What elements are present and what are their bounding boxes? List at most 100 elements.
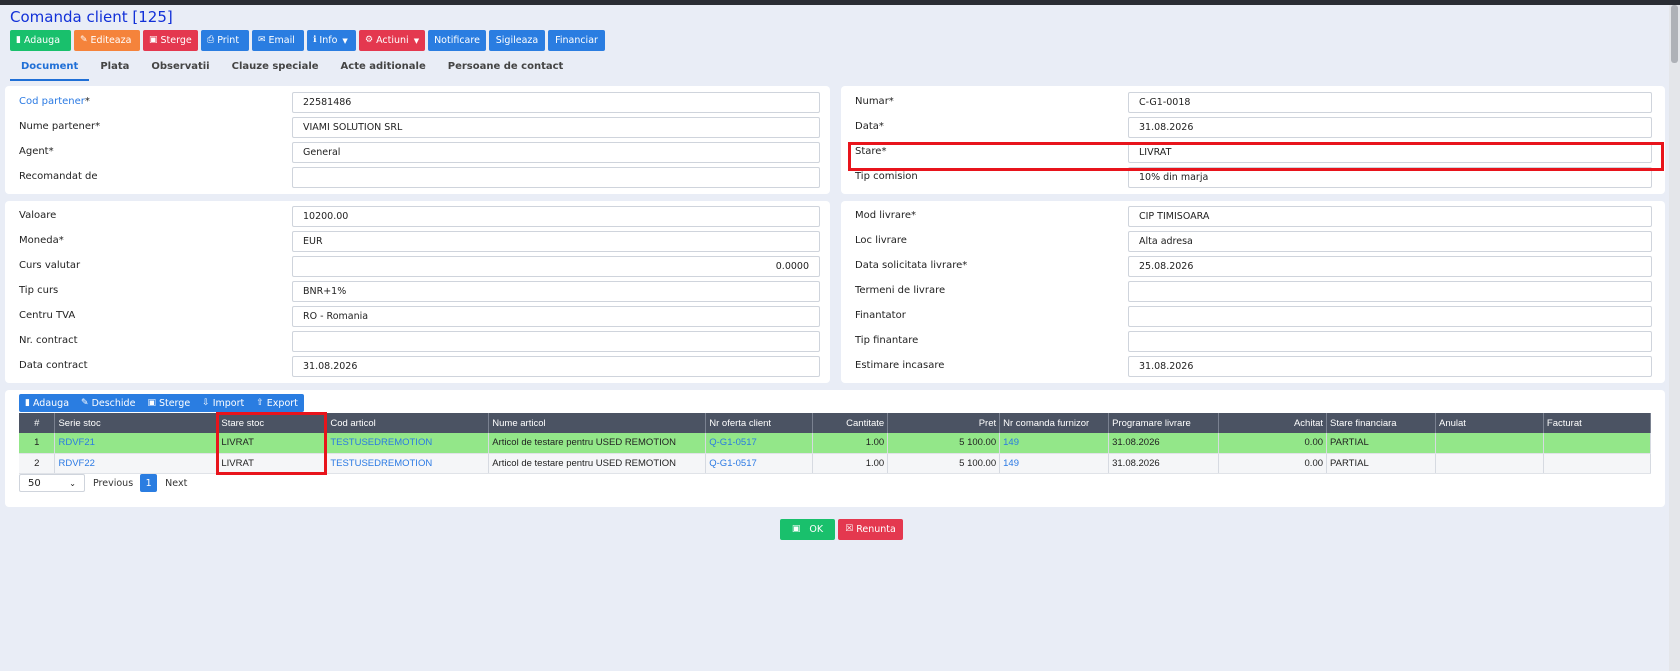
info-icon: ℹ (313, 35, 317, 45)
currency-field[interactable]: EUR (292, 231, 820, 252)
exchange-rate-field[interactable]: 0.0000 (292, 256, 820, 277)
next-page-link[interactable]: Next (165, 478, 187, 489)
column-header[interactable]: Pret (887, 413, 1001, 433)
column-header[interactable]: Programare livrare (1108, 413, 1220, 433)
delivery-schedule-cell: 31.08.2026 (1108, 433, 1220, 454)
row-index-cell: 1 (19, 433, 56, 454)
grid-open-button[interactable]: ✎ Deschide (75, 394, 141, 412)
agent-label: Agent* (19, 146, 54, 157)
column-header[interactable]: Cod articol (326, 413, 490, 433)
page-size-select[interactable]: 50 ⌄ (19, 474, 85, 492)
contract-number-field[interactable] (292, 331, 820, 352)
column-header[interactable]: # (19, 413, 56, 433)
column-header[interactable]: Nr comanda furnizor (999, 413, 1110, 433)
column-header[interactable]: Nume articol (488, 413, 707, 433)
grid-add-button[interactable]: ▮ Adauga (19, 394, 75, 412)
financing-type-field[interactable] (1128, 331, 1652, 352)
delivery-place-field[interactable]: Alta adresa (1128, 231, 1652, 252)
supplier-order-link[interactable]: 149 (999, 453, 1110, 474)
column-header[interactable]: Cantitate (812, 413, 889, 433)
field-row: Numar* C-G1-0018 (841, 92, 1665, 113)
grid-import-button[interactable]: ⇩ Import (196, 394, 250, 412)
column-header[interactable]: Achitat (1218, 413, 1328, 433)
value-field[interactable]: 10200.00 (292, 206, 820, 227)
cancel-button[interactable]: ☒ Renunta (838, 519, 903, 540)
page-size-value: 50 (28, 477, 41, 489)
notify-button-label: Notificare (434, 35, 480, 46)
column-header[interactable]: Anulat (1435, 413, 1544, 433)
partner-code-label[interactable]: Cod partener* (19, 96, 90, 107)
page-scrollbar[interactable] (1669, 5, 1680, 671)
field-row: Cod partener* 22581486 (5, 92, 830, 113)
field-row: Nr. contract (5, 331, 830, 352)
agent-field[interactable]: General (292, 142, 820, 163)
delivery-place-label: Loc livrare (855, 235, 907, 246)
column-header[interactable]: Serie stoc (54, 413, 219, 433)
article-name-cell: Articol de testare pentru USED REMOTION (488, 453, 707, 474)
stock-series-link[interactable]: RDVF21 (54, 433, 219, 454)
grid-toolbar: ▮ Adauga ✎ Deschide ▣ Sterge ⇩ Import ⇧ Expor… (19, 394, 304, 412)
delivery-terms-field[interactable] (1128, 281, 1652, 302)
info-dropdown-button[interactable]: ℹ Info ▼ (307, 30, 356, 51)
column-header[interactable]: Nr oferta client (705, 413, 814, 433)
client-offer-link[interactable]: Q-G1-0517 (705, 433, 814, 454)
article-code-link[interactable]: TESTUSEDREMOTION (326, 433, 490, 454)
current-page-button[interactable]: 1 (140, 474, 158, 492)
column-header[interactable]: Facturat (1543, 413, 1652, 433)
seal-button[interactable]: Sigileaza (489, 30, 545, 51)
grid-add-label: Adauga (32, 397, 70, 409)
grid-import-label: Import (212, 397, 245, 409)
tab-observatii[interactable]: Observatii (140, 57, 220, 81)
actions-button-label: Actiuni (376, 35, 409, 46)
delete-button[interactable]: ▣ Sterge (143, 30, 198, 51)
ok-button[interactable]: ▣ OK (780, 519, 835, 540)
collection-estimate-field[interactable]: 31.08.2026 (1128, 356, 1652, 377)
tab-bar: Document Plata Observatii Clauze special… (10, 57, 574, 81)
chevron-down-icon: ⌄ (69, 478, 76, 488)
tab-acte-aditionale[interactable]: Acte aditionale (330, 57, 437, 81)
financier-field[interactable] (1128, 306, 1652, 327)
client-offer-link[interactable]: Q-G1-0517 (705, 453, 814, 474)
caret-down-icon: ▼ (413, 36, 420, 45)
tab-persoane-contact[interactable]: Persoane de contact (437, 57, 575, 81)
grid-delete-button[interactable]: ▣ Sterge (141, 394, 196, 412)
number-field[interactable]: C-G1-0018 (1128, 92, 1652, 113)
seal-button-label: Sigileaza (495, 35, 539, 46)
financial-button[interactable]: Financiar (548, 30, 605, 51)
edit-icon: ✎ (80, 35, 88, 45)
scrollbar-thumb[interactable] (1671, 5, 1678, 63)
vat-center-field[interactable]: RO - Romania (292, 306, 820, 327)
previous-page-link[interactable]: Previous (93, 478, 133, 489)
partner-name-field[interactable]: VIAMI SOLUTION SRL (292, 117, 820, 138)
stock-series-link[interactable]: RDVF22 (54, 453, 219, 474)
notify-button[interactable]: Notificare (428, 30, 486, 51)
tab-clauze-speciale[interactable]: Clauze speciale (221, 57, 330, 81)
recommended-by-field[interactable] (292, 167, 820, 188)
contract-date-field[interactable]: 31.08.2026 (292, 356, 820, 377)
tab-document[interactable]: Document (10, 57, 90, 81)
partner-name-label: Nume partener* (19, 121, 101, 132)
field-row: Valoare 10200.00 (5, 206, 830, 227)
supplier-order-link[interactable]: 149 (999, 433, 1110, 454)
save-icon: ▣ (791, 524, 801, 534)
delete-button-label: Sterge (160, 35, 192, 46)
column-header[interactable]: Stare financiara (1326, 413, 1436, 433)
rate-type-field[interactable]: BNR+1% (292, 281, 820, 302)
article-code-link[interactable]: TESTUSEDREMOTION (326, 453, 490, 474)
actions-dropdown-button[interactable]: ⚙ Actiuni ▼ (359, 30, 425, 51)
collection-estimate-label: Estimare incasare (855, 360, 945, 371)
main-toolbar: ▮ Adauga ✎ Editeaza ▣ Sterge ⎙ Print ✉ Email … (10, 30, 608, 51)
field-row: Tip finantare (841, 331, 1665, 352)
invoiced-cell (1543, 453, 1652, 474)
add-button[interactable]: ▮ Adauga (10, 30, 71, 51)
tab-plata[interactable]: Plata (89, 57, 140, 81)
date-label: Data* (855, 121, 884, 132)
requested-date-field[interactable]: 25.08.2026 (1128, 256, 1652, 277)
delivery-mode-field[interactable]: CIP TIMISOARA (1128, 206, 1652, 227)
email-button[interactable]: ✉ Email (252, 30, 304, 51)
partner-code-field[interactable]: 22581486 (292, 92, 820, 113)
print-button[interactable]: ⎙ Print (201, 30, 249, 51)
date-field[interactable]: 31.08.2026 (1128, 117, 1652, 138)
grid-export-button[interactable]: ⇧ Export (250, 394, 304, 412)
edit-button[interactable]: ✎ Editeaza (74, 30, 140, 51)
